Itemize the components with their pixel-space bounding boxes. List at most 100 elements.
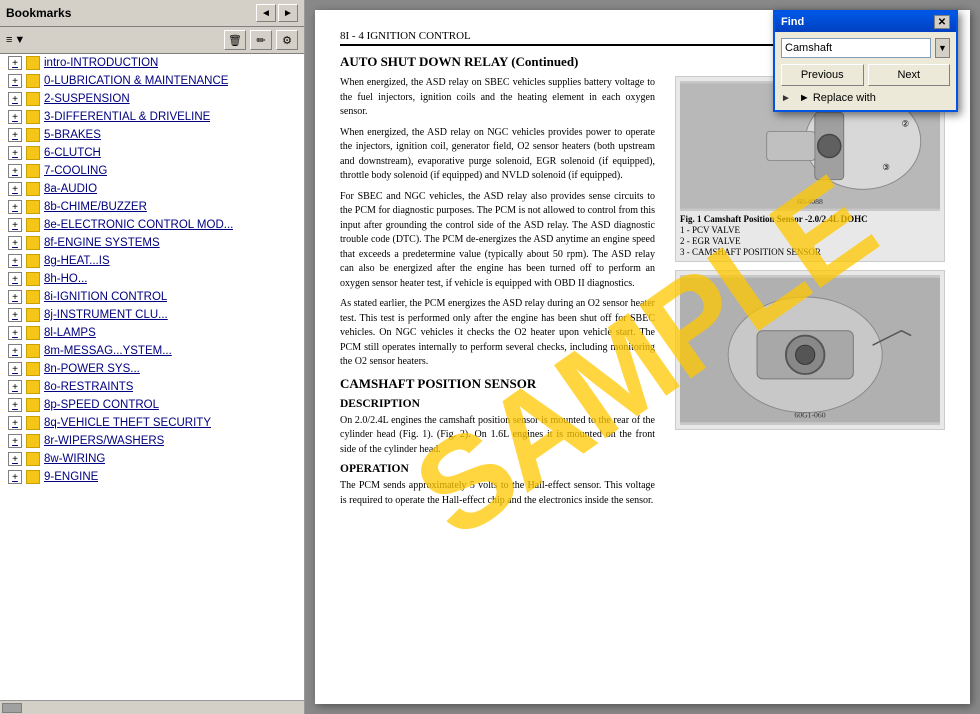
bookmark-item[interactable]: +8m-MESSAG...YSTEM... [0,342,304,360]
operation-text: The PCM sends approximately 5 volts to t… [340,479,655,508]
find-search-input[interactable] [781,38,931,58]
bookmark-folder-icon [26,398,40,412]
bookmark-label: 8b-CHIME/BUZZER [44,201,147,213]
bookmark-item[interactable]: +8e-ELECTRONIC CONTROL MOD... [0,216,304,234]
find-next-btn[interactable]: Next [868,64,951,86]
bookmark-folder-icon [26,146,40,160]
svg-text:③: ③ [882,162,890,172]
bookmark-item[interactable]: +8h-HO... [0,270,304,288]
bookmark-item[interactable]: +3-DIFFERENTIAL & DRIVELINE [0,108,304,126]
bookmark-folder-icon [26,182,40,196]
bookmark-item[interactable]: +8g-HEAT...IS [0,252,304,270]
doc-para1: When energized, the ASD relay on SBEC ve… [340,76,655,120]
bookmark-expand-btn[interactable]: + [8,272,22,286]
bookmark-item[interactable]: +2-SUSPENSION [0,90,304,108]
bookmark-label: 8n-POWER SYS... [44,363,140,375]
bookmark-expand-btn[interactable]: + [8,128,22,142]
bookmark-label: 8q-VEHICLE THEFT SECURITY [44,417,211,429]
bookmark-item[interactable]: +8b-CHIME/BUZZER [0,198,304,216]
find-previous-btn[interactable]: Previous [781,64,864,86]
bookmark-folder-icon [26,452,40,466]
operation-title: OPERATION [340,463,655,475]
camshaft-section-title: CAMSHAFT POSITION SENSOR [340,376,655,392]
bookmark-label: 8i-IGNITION CONTROL [44,291,167,303]
bookmark-item[interactable]: +8q-VEHICLE THEFT SECURITY [0,414,304,432]
bookmark-expand-btn[interactable]: + [8,416,22,430]
bookmark-expand-btn[interactable]: + [8,362,22,376]
bookmark-expand-btn[interactable]: + [8,452,22,466]
bookmark-expand-btn[interactable]: + [8,470,22,484]
sidebar-nav-right-btn[interactable]: ► [278,4,298,22]
sidebar-nav-left-btn[interactable]: ◄ [256,4,276,22]
bookmark-label: 8e-ELECTRONIC CONTROL MOD... [44,219,233,231]
bookmark-label: 7-COOLING [44,165,107,177]
bookmark-item[interactable]: +8j-INSTRUMENT CLU... [0,306,304,324]
bookmark-expand-btn[interactable]: + [8,218,22,232]
bookmark-expand-btn[interactable]: + [8,164,22,178]
bookmark-expand-btn[interactable]: + [8,146,22,160]
bookmark-item[interactable]: +8r-WIPERS/WASHERS [0,432,304,450]
bookmark-expand-btn[interactable]: + [8,290,22,304]
bookmark-expand-btn[interactable]: + [8,254,22,268]
bookmark-label: 3-DIFFERENTIAL & DRIVELINE [44,111,210,123]
sidebar-header-buttons: ◄ ► [256,4,298,22]
bookmark-folder-icon [26,200,40,214]
main-content: SAMPLE 8I - 4 IGNITION CONTROL PT AUTO S… [305,0,980,714]
bookmark-expand-btn[interactable]: + [8,56,22,70]
bookmark-expand-btn[interactable]: + [8,434,22,448]
bookmark-item[interactable]: +7-COOLING [0,162,304,180]
replace-row[interactable]: ► ► Replace with [781,92,950,104]
bookmark-label: 8g-HEAT...IS [44,255,110,267]
bookmark-item[interactable]: + intro-INTRODUCTION [0,54,304,72]
sidebar-toolbar: ≡ ▼ 🗑 ✏ ⚙ [0,27,304,54]
bookmark-label: 2-SUSPENSION [44,93,130,105]
bookmark-expand-btn[interactable]: + [8,236,22,250]
sidebar-settings-btn[interactable]: ⚙ [276,30,298,50]
svg-text:②: ② [901,119,909,129]
bookmark-item[interactable]: +8n-POWER SYS... [0,360,304,378]
sidebar-view-dropdown[interactable]: ≡ ▼ [6,34,25,46]
bookmark-label: 5-BRAKES [44,129,101,141]
bookmark-item[interactable]: +6-CLUTCH [0,144,304,162]
bookmark-item[interactable]: +8a-AUDIO [0,180,304,198]
find-close-btn[interactable]: ✕ [934,15,950,29]
bookmark-folder-icon [26,236,40,250]
bookmark-expand-btn[interactable]: + [8,326,22,340]
bookmark-label: intro-INTRODUCTION [44,57,158,69]
bookmark-label: 8a-AUDIO [44,183,97,195]
bookmark-item[interactable]: +8l-LAMPS [0,324,304,342]
bookmark-item[interactable]: +0-LUBRICATION & MAINTENANCE [0,72,304,90]
sidebar-delete-btn[interactable]: 🗑 [224,30,246,50]
bookmark-expand-btn[interactable]: + [8,344,22,358]
doc-columns: When energized, the ASD relay on SBEC ve… [340,76,945,514]
sidebar-dropdown-arrow: ▼ [14,34,25,46]
sidebar-horizontal-scrollbar[interactable] [0,700,304,714]
replace-label: ► Replace with [799,92,876,104]
bookmark-expand-btn[interactable]: + [8,182,22,196]
bookmark-expand-btn[interactable]: + [8,92,22,106]
bookmark-item[interactable]: +8i-IGNITION CONTROL [0,288,304,306]
scrollbar-thumb[interactable] [2,703,22,713]
bookmark-item[interactable]: +5-BRAKES [0,126,304,144]
bookmark-expand-btn[interactable]: + [8,308,22,322]
bookmark-expand-btn[interactable]: + [8,380,22,394]
bookmark-label: 8m-MESSAG...YSTEM... [44,345,172,357]
bookmark-item[interactable]: +8f-ENGINE SYSTEMS [0,234,304,252]
figure2: 60G1-060 [675,270,945,430]
bookmark-expand-btn[interactable]: + [8,200,22,214]
sidebar-rename-btn[interactable]: ✏ [250,30,272,50]
bookmark-item[interactable]: +9-ENGINE [0,468,304,486]
bookmark-expand-btn[interactable]: + [8,74,22,88]
find-dropdown-btn[interactable]: ▼ [935,38,950,58]
bookmark-item[interactable]: +8o-RESTRAINTS [0,378,304,396]
bookmark-expand-btn[interactable]: + [8,398,22,412]
description-title: DESCRIPTION [340,398,655,410]
bookmark-folder-icon [26,56,40,70]
bookmark-item[interactable]: +8p-SPEED CONTROL [0,396,304,414]
bookmark-expand-btn[interactable]: + [8,110,22,124]
sidebar-view-icon: ≡ [6,34,12,46]
bookmark-item[interactable]: +8w-WIRING [0,450,304,468]
bookmark-folder-icon [26,164,40,178]
doc-left-column: When energized, the ASD relay on SBEC ve… [340,76,655,514]
bookmark-folder-icon [26,344,40,358]
